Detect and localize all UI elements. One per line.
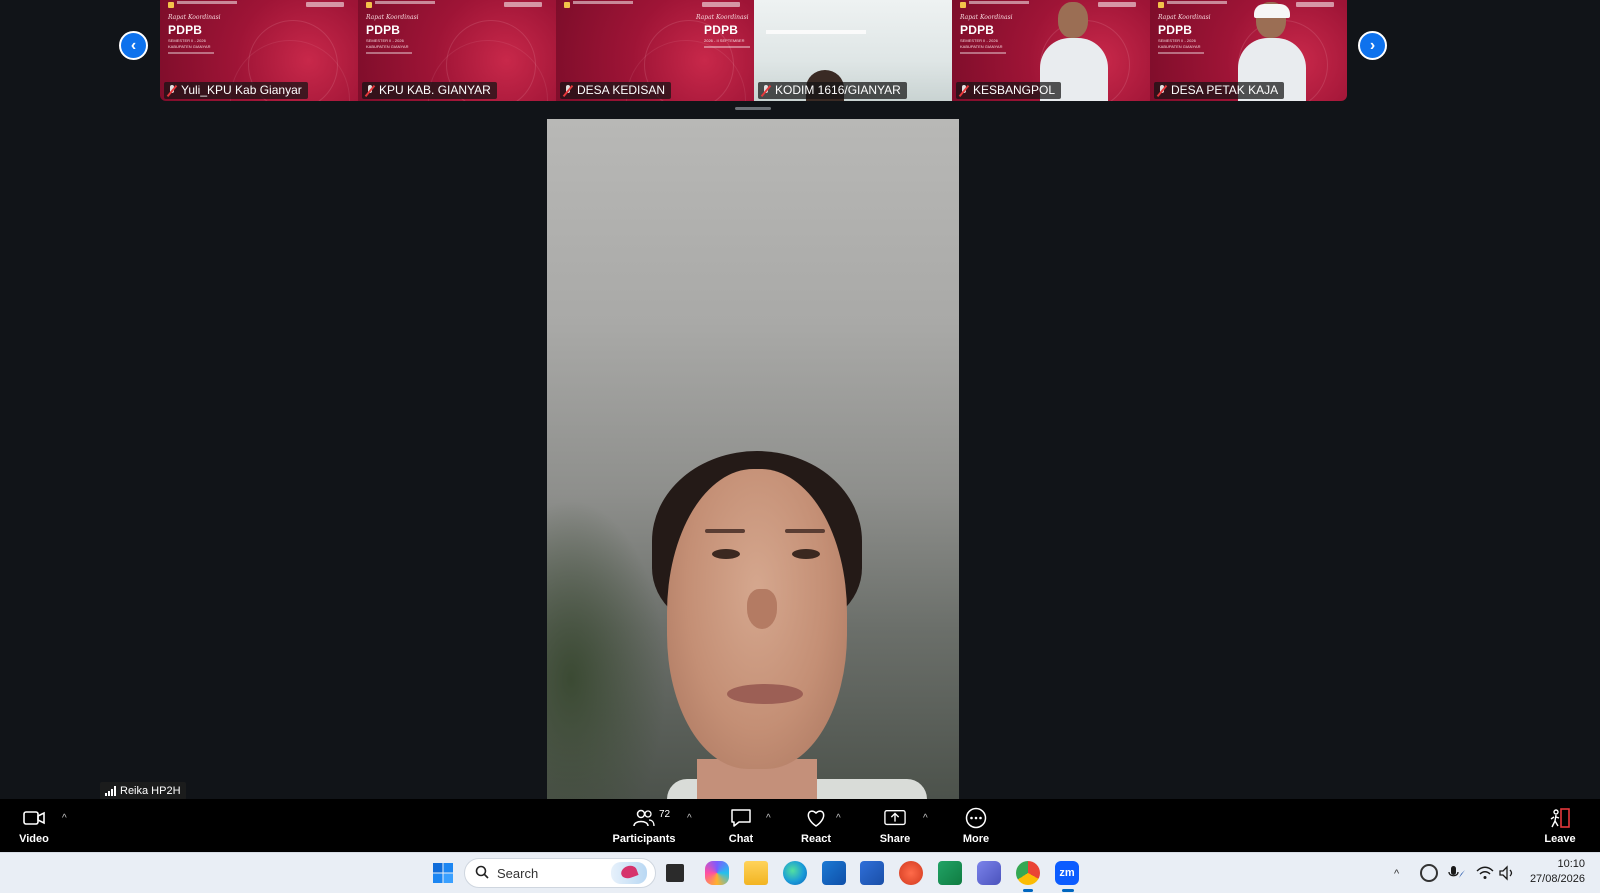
kpu-logo-icon: [564, 2, 570, 8]
zoom-meeting-window: ‹ Rapat Koordinasi PDPB SEMESTER II - 20…: [0, 0, 1600, 893]
slide-title: PDPB: [960, 23, 995, 37]
windows-taskbar: Search zm ^ 10:10 27/08/2026: [0, 852, 1600, 893]
video-camera-icon: [23, 807, 45, 829]
mic-muted-icon: [761, 84, 771, 97]
react-button[interactable]: React: [800, 799, 832, 852]
video-button[interactable]: Video: [14, 799, 54, 852]
signal-strength-icon: [105, 786, 116, 796]
mic-muted-icon: [167, 84, 177, 97]
participants-count: 72: [659, 809, 671, 820]
gallery-next-button[interactable]: ›: [1358, 31, 1387, 60]
mic-muted-icon: [365, 84, 375, 97]
participants-options-caret[interactable]: ^: [687, 813, 692, 824]
edge-browser-icon[interactable]: [783, 861, 807, 885]
participant-name-label: DESA PETAK KAJA: [1154, 82, 1285, 99]
chat-options-caret[interactable]: ^: [766, 813, 771, 824]
participant-tile[interactable]: Rapat Koordinasi PDPB SEMESTER II - 2026…: [358, 0, 556, 101]
participant-name-label: KODIM 1616/GIANYAR: [758, 82, 907, 99]
participant-tile[interactable]: Rapat Koordinasi PDPB 2026 - II SEPTEMBE…: [556, 0, 754, 101]
self-name-label: Reika HP2H: [100, 782, 186, 800]
slide-subtitle: SEMESTER II - 2026 KABUPATEN GIANYAR: [1158, 38, 1218, 54]
gallery-strip: Rapat Koordinasi PDPB SEMESTER II - 2026…: [160, 0, 1347, 101]
share-screen-icon: [884, 807, 906, 829]
slide-title: PDPB: [366, 23, 401, 37]
chevron-right-icon: ›: [1369, 36, 1376, 54]
participant-tile[interactable]: Rapat Koordinasi PDPB SEMESTER II - 2026…: [160, 0, 358, 101]
task-view-icon[interactable]: [666, 864, 684, 882]
slide-script-text: Rapat Koordinasi: [1158, 14, 1211, 21]
taskbar-search-input[interactable]: Search: [464, 858, 656, 888]
gallery-prev-button[interactable]: ‹: [119, 31, 148, 60]
participant-name-label: DESA KEDISAN: [560, 82, 672, 99]
file-explorer-icon[interactable]: [744, 861, 768, 885]
windows-start-icon[interactable]: [431, 861, 455, 885]
microphone-in-use-icon[interactable]: [1448, 864, 1466, 882]
slide-script-text: Rapat Koordinasi: [366, 14, 419, 21]
active-speaker-video[interactable]: [547, 119, 959, 799]
more-dots-icon: [965, 807, 987, 829]
share-button[interactable]: Share: [878, 799, 912, 852]
mic-muted-icon: [1157, 84, 1167, 97]
leave-door-icon: [1549, 807, 1571, 829]
participant-tile[interactable]: Rapat Koordinasi PDPB SEMESTER II - 2026…: [1150, 0, 1347, 101]
participant-tile[interactable]: KODIM 1616/GIANYAR: [754, 0, 952, 101]
participant-name-label: KPU KAB. GIANYAR: [362, 82, 497, 99]
clock-time: 10:10: [1557, 858, 1585, 870]
meeting-toolbar: Video ^ Participants 72 ^ Chat ^ React ^: [0, 799, 1600, 852]
more-button[interactable]: More: [960, 799, 992, 852]
kpu-logo-icon: [366, 2, 372, 8]
kpu-logo-icon: [960, 2, 966, 8]
video-options-caret[interactable]: ^: [62, 813, 67, 824]
participants-button[interactable]: Participants: [613, 799, 675, 852]
react-options-caret[interactable]: ^: [836, 813, 841, 824]
chevron-left-icon: ‹: [130, 36, 137, 54]
taskbar-clock[interactable]: 10:10 27/08/2026: [1525, 857, 1585, 887]
heart-icon: [805, 807, 827, 829]
slide-title: PDPB: [704, 23, 739, 37]
chat-button[interactable]: Chat: [725, 799, 757, 852]
slide-script-text: Rapat Koordinasi: [960, 14, 1013, 21]
volume-icon[interactable]: [1498, 864, 1516, 882]
participant-tile[interactable]: Rapat Koordinasi PDPB SEMESTER II - 2026…: [952, 0, 1150, 101]
gallery-resize-handle[interactable]: [735, 107, 771, 110]
powerpoint-icon[interactable]: [899, 861, 923, 885]
slide-title: PDPB: [168, 23, 203, 37]
share-options-caret[interactable]: ^: [923, 813, 928, 824]
kpu-logo-icon: [1158, 2, 1164, 8]
slide-subtitle: SEMESTER II - 2026 KABUPATEN GIANYAR: [960, 38, 1020, 54]
mic-muted-icon: [959, 84, 969, 97]
teams-icon[interactable]: [977, 861, 1001, 885]
chrome-icon[interactable]: [1016, 861, 1040, 885]
excel-icon[interactable]: [938, 861, 962, 885]
tray-overflow-chevron-icon[interactable]: ^: [1394, 853, 1399, 893]
slide-script-text: Rapat Koordinasi: [696, 14, 749, 21]
sync-icon[interactable]: [1420, 864, 1438, 882]
participants-icon: [633, 807, 655, 829]
mic-muted-icon: [563, 84, 573, 97]
chat-bubble-icon: [730, 807, 752, 829]
participant-name-label: Yuli_KPU Kab Gianyar: [164, 82, 308, 99]
word-icon[interactable]: [860, 861, 884, 885]
slide-title: PDPB: [1158, 23, 1193, 37]
wifi-icon[interactable]: [1476, 864, 1494, 882]
leave-button[interactable]: Leave: [1544, 799, 1576, 852]
slide-script-text: Rapat Koordinasi: [168, 14, 221, 21]
slide-subtitle: 2026 - II SEPTEMBER: [704, 38, 749, 48]
slide-subtitle: SEMESTER II - 2026 KABUPATEN GIANYAR: [366, 38, 426, 54]
slide-subtitle: SEMESTER II - 2026 KABUPATEN GIANYAR: [168, 38, 228, 54]
search-highlight-icon: [611, 862, 647, 884]
copilot-icon[interactable]: [705, 861, 729, 885]
kpu-logo-icon: [168, 2, 174, 8]
search-icon: [475, 865, 489, 882]
outlook-icon[interactable]: [822, 861, 846, 885]
clock-date: 27/08/2026: [1529, 873, 1585, 885]
participant-name-label: KESBANGPOL: [956, 82, 1062, 99]
zoom-app-icon[interactable]: zm: [1055, 861, 1079, 885]
